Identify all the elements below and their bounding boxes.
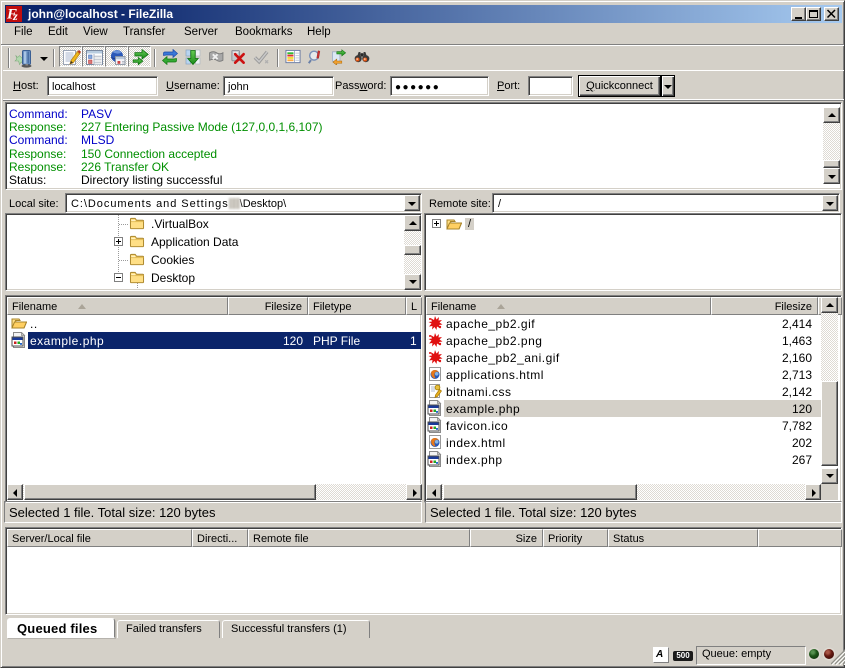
svg-text:z: z	[12, 9, 18, 22]
